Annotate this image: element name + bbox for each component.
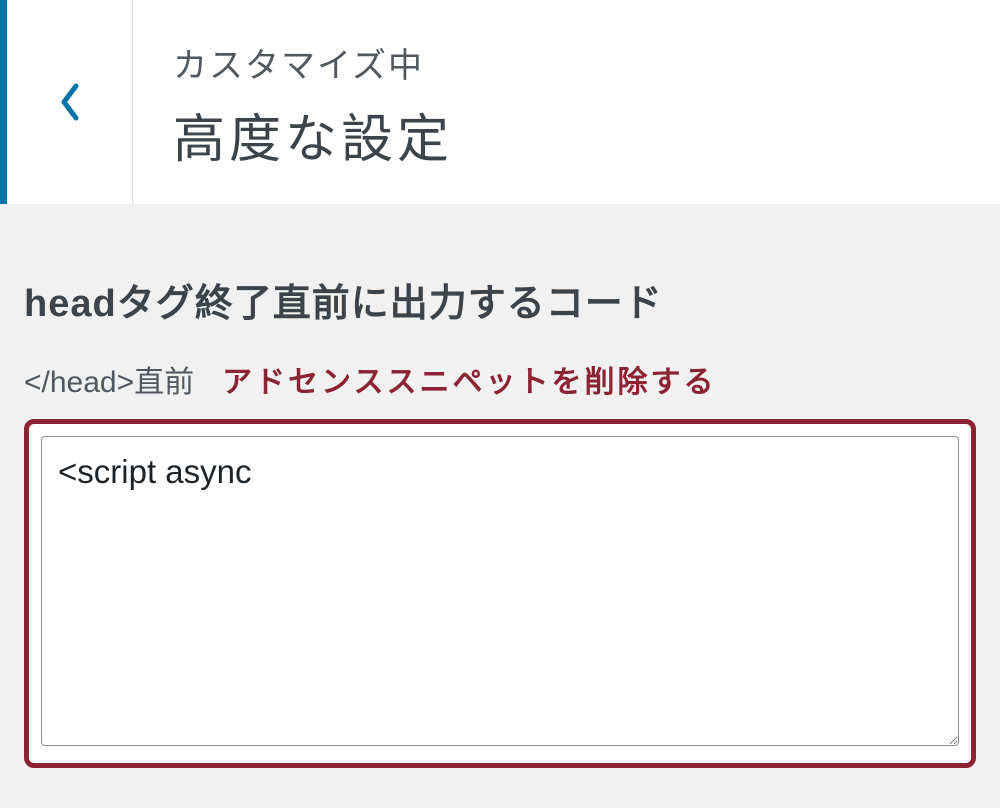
back-button[interactable] [7,0,133,204]
delete-snippet-action[interactable]: アドセンススニペットを削除する [222,357,716,401]
description-row: </head>直前 アドセンススニペットを削除する [24,357,976,401]
description-label: </head>直前 [24,357,194,401]
content-area: headタグ終了直前に出力するコード </head>直前 アドセンススニペットを… [0,204,1000,792]
head-code-textarea[interactable] [41,436,959,746]
chevron-left-icon [56,82,84,122]
customizer-header: カスタマイズ中 高度な設定 [0,0,1000,204]
header-text: カスタマイズ中 高度な設定 [133,0,493,204]
header-subtitle: カスタマイズ中 [173,38,453,87]
header-title: 高度な設定 [173,97,453,172]
textarea-highlight-wrapper [24,419,976,768]
section-title: headタグ終了直前に出力するコード [24,272,976,327]
